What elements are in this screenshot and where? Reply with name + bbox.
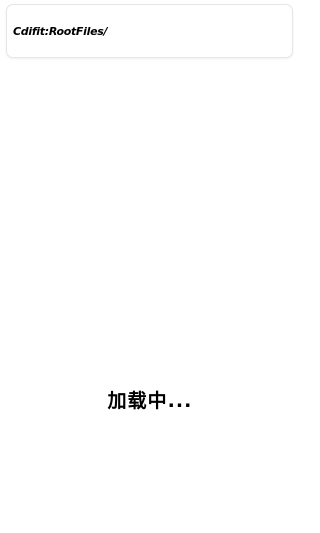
path-bar: Cdifit:RootFiles/	[6, 4, 293, 58]
current-path-label: Cdifit:RootFiles/	[13, 24, 108, 38]
loading-indicator: 加载中...	[107, 390, 193, 412]
